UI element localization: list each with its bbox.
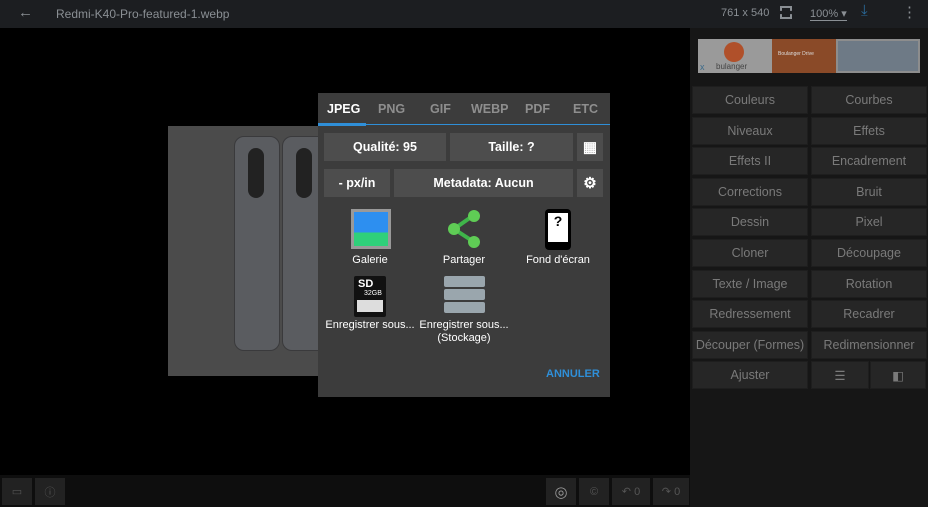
ad-tagline: Boulanger Drive xyxy=(778,51,814,57)
sort-icon[interactable]: ☰ xyxy=(811,361,869,390)
tool-button[interactable]: Niveaux xyxy=(692,116,808,145)
tab-jpeg[interactable]: JPEG xyxy=(327,102,360,116)
size-button[interactable]: Taille: ? xyxy=(450,133,573,161)
image-preview xyxy=(168,126,318,376)
ad-banner[interactable]: bulanger x Boulanger Drive xyxy=(698,39,920,73)
tool-button[interactable]: Dessin xyxy=(692,208,808,237)
cancel-button[interactable]: ANNULER xyxy=(546,368,600,380)
bottom-bar: ▭ ⓘ ◎ © ↶ 0 ↷ 0 xyxy=(0,475,690,507)
tool-button[interactable]: Corrections xyxy=(692,177,808,206)
tab-etc[interactable]: ETC xyxy=(573,102,598,116)
wallpaper-phone-icon[interactable]: ? xyxy=(545,209,571,250)
tool-button[interactable]: Découper (Formes) xyxy=(692,330,808,359)
tool-button[interactable]: Rotation xyxy=(811,269,927,298)
tool-button[interactable]: Texte / Image xyxy=(692,269,808,298)
tool-button[interactable]: Redressement xyxy=(692,300,808,329)
tool-button[interactable]: Encadrement xyxy=(811,147,927,176)
save-as-storage-option[interactable]: Enregistrer sous... (Stockage) xyxy=(414,319,514,345)
storage-icon[interactable] xyxy=(444,276,485,313)
density-button[interactable]: - px/in xyxy=(324,169,390,197)
tool-button[interactable]: Effets xyxy=(811,116,927,145)
target-icon[interactable]: ◎ xyxy=(546,478,576,505)
top-bar: ← Redmi-K40-Pro-featured-1.webp 761 x 54… xyxy=(0,0,928,28)
undo-count: 0 xyxy=(634,485,641,498)
undo-button[interactable]: ↶ 0 xyxy=(612,478,650,505)
tool-button[interactable]: Redimensionner xyxy=(811,330,927,359)
tab-webp[interactable]: WEBP xyxy=(471,102,509,116)
more-options-icon[interactable]: ⋮ xyxy=(902,3,917,21)
copyright-icon[interactable]: © xyxy=(579,478,609,505)
info-icon[interactable]: ⓘ xyxy=(35,478,65,505)
tab-png[interactable]: PNG xyxy=(378,102,405,116)
split-view-icon[interactable]: ◧ xyxy=(870,361,926,390)
tool-button[interactable]: Courbes xyxy=(811,86,927,114)
file-title: Redmi-K40-Pro-featured-1.webp xyxy=(56,7,230,21)
ad-brand: bulanger xyxy=(716,62,748,71)
gallery-icon[interactable] xyxy=(351,209,391,249)
redo-count: 0 xyxy=(674,485,681,498)
back-arrow-icon[interactable]: ← xyxy=(18,4,33,21)
gallery-option[interactable]: Galerie xyxy=(320,254,420,267)
tab-pdf[interactable]: PDF xyxy=(525,102,550,116)
zoom-select[interactable]: 100% ▾ xyxy=(810,7,847,21)
share-icon[interactable] xyxy=(444,209,484,249)
wallpaper-option[interactable]: Fond d'écran xyxy=(508,254,608,267)
ad-close-icon[interactable]: x xyxy=(700,62,705,72)
tool-button[interactable]: Recadrer xyxy=(811,300,927,329)
folder-icon[interactable]: ▭ xyxy=(2,478,32,505)
tool-button[interactable]: Ajuster xyxy=(692,361,808,390)
settings-gear-icon[interactable]: ⚙ xyxy=(577,169,603,197)
sd-card-icon[interactable]: SD 32GB xyxy=(354,276,386,317)
tool-button[interactable]: Découpage xyxy=(811,239,927,267)
save-as-option[interactable]: Enregistrer sous... xyxy=(320,319,420,332)
tab-gif[interactable]: GIF xyxy=(430,102,451,116)
metadata-button[interactable]: Metadata: Aucun xyxy=(394,169,573,197)
tool-button[interactable]: Cloner xyxy=(692,239,808,267)
grid-icon[interactable]: ▦ xyxy=(577,133,603,161)
redo-button[interactable]: ↷ 0 xyxy=(653,478,689,505)
quality-button[interactable]: Qualité: 95 xyxy=(324,133,446,161)
download-icon[interactable]: ⤓ xyxy=(861,2,868,19)
image-dimensions: 761 x 540 xyxy=(721,7,770,19)
save-dialog: JPEG PNG GIF WEBP PDF ETC Qualité: 95 Taille:… xyxy=(318,93,610,397)
tool-button[interactable]: Couleurs xyxy=(692,86,808,114)
share-option[interactable]: Partager xyxy=(414,254,514,267)
active-tab-indicator xyxy=(318,123,366,126)
tool-button[interactable]: Pixel xyxy=(811,208,927,237)
zoom-value: 100% xyxy=(810,8,839,20)
tool-button[interactable]: Effets II xyxy=(692,147,808,176)
tool-button[interactable]: Bruit xyxy=(811,177,927,206)
fullscreen-icon[interactable] xyxy=(780,6,792,19)
